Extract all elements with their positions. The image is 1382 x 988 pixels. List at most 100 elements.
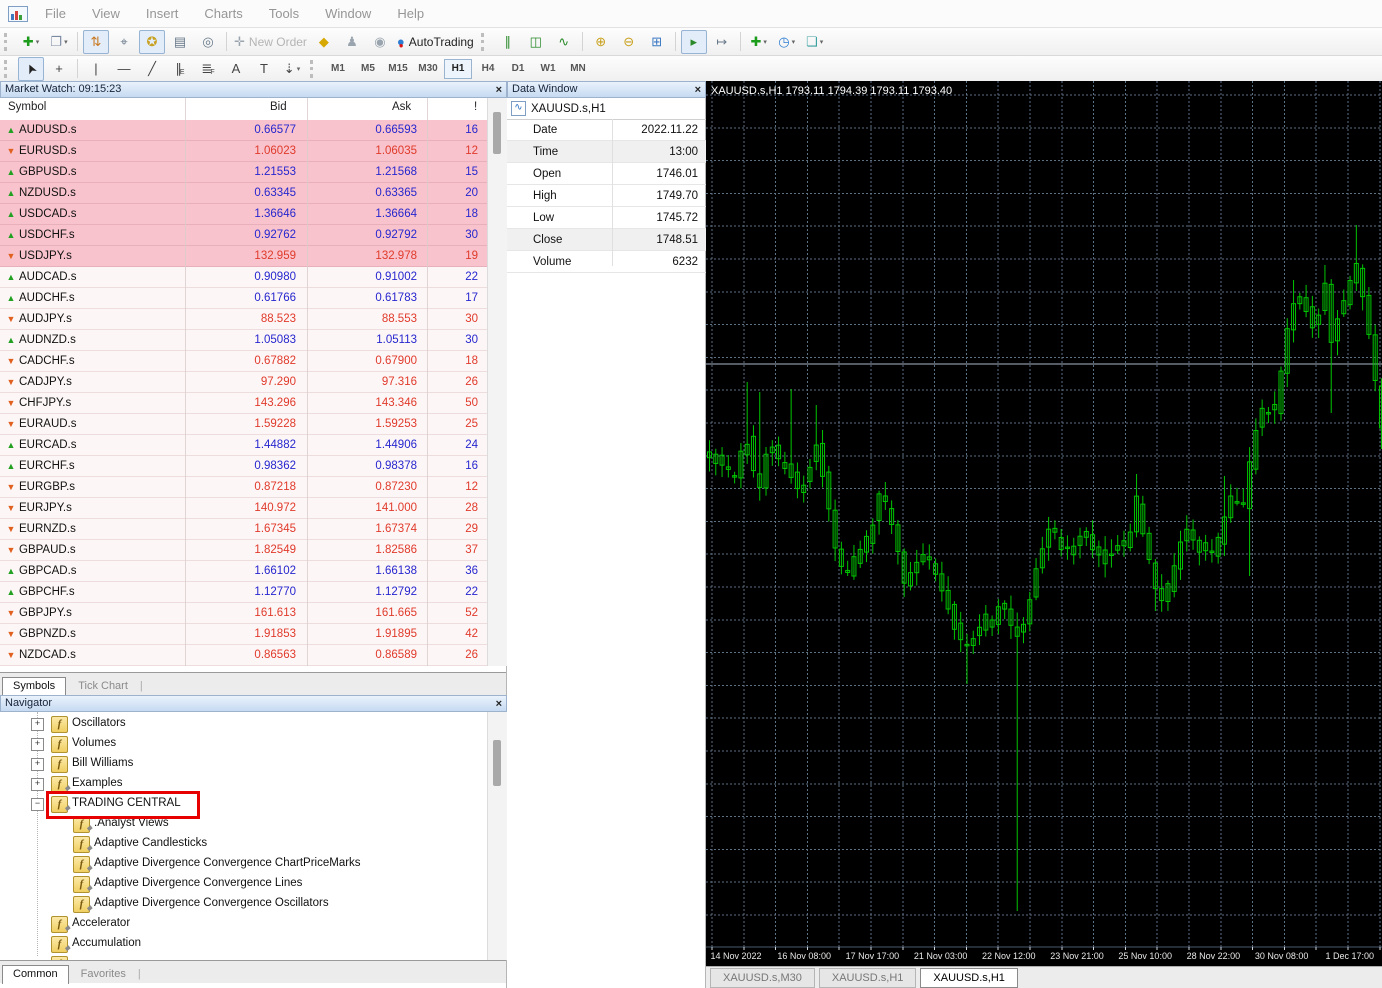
navigator-button[interactable]: ✪ [139,30,165,54]
chart-tab-xauusd-s-h1[interactable]: XAUUSD.s,H1 [920,968,1018,988]
market-watch-row[interactable]: ▲EURCAD.s1.448821.4490624 [0,435,487,456]
price-chart-canvas[interactable] [706,81,1382,966]
line-chart-button[interactable]: ∿ [551,30,577,54]
close-icon[interactable]: × [695,83,701,97]
terminal-button[interactable]: ▤ [167,30,193,54]
navigator-header[interactable]: Navigator × [0,695,507,712]
text-button[interactable]: A [223,57,249,81]
market-watch-row[interactable]: ▼EURJPY.s140.972141.00028 [0,498,487,519]
data-window-symbol-row[interactable]: ∿ XAUUSD.s,H1 [507,98,706,120]
market-watch-row[interactable]: ▲AUDCHF.s0.617660.6178317 [0,288,487,309]
chart-tab-xauusd-s-h1[interactable]: XAUUSD.s,H1 [819,968,917,988]
menu-item-tools[interactable]: Tools [256,0,312,27]
bar-chart-button[interactable]: ∥ [495,30,521,54]
market-watch-row[interactable]: ▲EURCHF.s0.983620.9837816 [0,456,487,477]
data-window-row[interactable]: Date2022.11.22 [507,119,706,141]
menu-item-file[interactable]: File [32,0,79,27]
market-watch-row[interactable]: ▲AUDNZD.s1.050831.0511330 [0,330,487,351]
data-window-row[interactable]: Low1745.72 [507,207,706,229]
scrollbar-thumb[interactable] [493,112,501,154]
navigator-item-accelerator[interactable]: f◆Accelerator [0,914,480,934]
timeframe-m5-button[interactable]: M5 [354,59,382,79]
zoom-out-button[interactable]: ⊖ [616,30,642,54]
menu-item-insert[interactable]: Insert [133,0,192,27]
timeframe-m1-button[interactable]: M1 [324,59,352,79]
crosshair-button[interactable]: + [46,57,72,81]
arrows-button[interactable]: ⇣▾ [279,57,305,81]
menu-item-window[interactable]: Window [312,0,384,27]
market-watch-row[interactable]: ▲USDCAD.s1.366461.3666418 [0,204,487,225]
navigator-tab-favorites[interactable]: Favorites [71,966,136,983]
indicators-button[interactable]: ✚▾ [746,30,772,54]
chevron-down-icon[interactable]: ▾ [64,38,68,46]
market-watch-row[interactable]: ▼GBPJPY.s161.613161.66552 [0,603,487,624]
market-watch-row[interactable]: ▲AUDCAD.s0.909800.9100222 [0,267,487,288]
periods-button[interactable]: ◷▾ [774,30,800,54]
timeframe-mn-button[interactable]: MN [564,59,592,79]
scrollbar-thumb[interactable] [493,740,501,786]
market-watch-button[interactable]: ⇅ [83,30,109,54]
navigator-tab-common[interactable]: Common [2,965,69,984]
toolbar-grip[interactable] [4,60,14,78]
expand-plus-box[interactable]: + [31,778,44,791]
expand-plus-box[interactable]: + [31,758,44,771]
chart-tab-xauusd-s-m30[interactable]: XAUUSD.s,M30 [710,968,815,988]
navigator-item-adaptive-divergence-convergence-lines[interactable]: f◆Adaptive Divergence Convergence Lines [0,874,480,894]
market-watch-row[interactable]: ▲GBPCAD.s1.661021.6613836 [0,561,487,582]
expand-plus-box[interactable]: + [31,718,44,731]
navigator-item-bill-williams[interactable]: +fBill Williams [0,754,480,774]
navigator-item-adaptive-divergence-convergence-chartpricemarks[interactable]: f◆Adaptive Divergence Convergence ChartP… [0,854,480,874]
market-watch-tab-symbols[interactable]: Symbols [2,677,66,696]
zoom-in-button[interactable]: ⊕ [588,30,614,54]
chart-shift-button[interactable]: ↦ [709,30,735,54]
new-chart-button[interactable]: ✚▾ [18,30,44,54]
chevron-down-icon[interactable]: ▾ [820,38,824,46]
market-watch-row[interactable]: ▼CHFJPY.s143.296143.34650 [0,393,487,414]
equidistant-channel-button[interactable]: ∥E [167,57,193,81]
navigator-item-oscillators[interactable]: +fOscillators [0,714,480,734]
tile-windows-button[interactable]: ⊞ [644,30,670,54]
templates-button[interactable]: ❏▾ [802,30,828,54]
market-watch-row[interactable]: ▼NZDCAD.s0.865630.8658926 [0,645,487,666]
collapse-minus-box[interactable]: − [31,798,44,811]
column-header-symbol[interactable]: Symbol [8,101,46,113]
fibonacci-retracement-button[interactable]: ≣F [195,57,221,81]
market-watch-row[interactable]: ▲NZDUSD.s0.633450.6336520 [0,183,487,204]
new-order-button[interactable]: ✛New Order [232,30,309,54]
menu-item-view[interactable]: View [79,0,133,27]
navigator-scrollbar[interactable] [487,712,507,960]
data-window-row[interactable]: Close1748.51 [507,229,706,251]
navigator-item-volumes[interactable]: +fVolumes [0,734,480,754]
market-watch-row[interactable]: ▼EURGBP.s0.872180.8723012 [0,477,487,498]
trendline-button[interactable]: ╱ [139,57,165,81]
text-label-button[interactable]: T [251,57,277,81]
close-icon[interactable]: × [496,697,502,711]
timeframe-w1-button[interactable]: W1 [534,59,562,79]
market-watch-row[interactable]: ▲GBPCHF.s1.127701.1279222 [0,582,487,603]
menu-item-charts[interactable]: Charts [191,0,255,27]
column-header-ask[interactable]: Ask [392,101,418,113]
market-watch-row[interactable]: ▼USDJPY.s132.959132.97819 [0,246,487,267]
expert-advisors-button[interactable]: ♟ [339,30,365,54]
candlestick-chart-button[interactable]: ◫ [523,30,549,54]
menu-item-help[interactable]: Help [384,0,437,27]
data-window-row[interactable]: Time13:00 [507,141,706,163]
timeframe-h4-button[interactable]: H4 [474,59,502,79]
market-watch-row[interactable]: ▼EURUSD.s1.060231.0603512 [0,141,487,162]
data-window-row[interactable]: High1749.70 [507,185,706,207]
market-watch-row[interactable]: ▲AUDUSD.s0.665770.6659316 [0,120,487,141]
data-window-row[interactable]: Volume6232 [507,251,706,273]
market-watch-row[interactable]: ▼EURAUD.s1.592281.5925325 [0,414,487,435]
signals-button[interactable]: ◉ [367,30,393,54]
price-chart[interactable]: XAUUSD.s,H1 1793.11 1794.39 1793.11 1793… [706,81,1382,966]
market-watch-row[interactable]: ▼CADCHF.s0.678820.6790018 [0,351,487,372]
market-watch-header[interactable]: Market Watch: 09:15:23 × [0,81,507,98]
autotrading-button[interactable]: ●●AutoTrading [395,30,476,54]
cursor-button[interactable]: ➤ [18,57,44,81]
navigator-item-adaptive-divergence-convergence-oscillators[interactable]: f◆Adaptive Divergence Convergence Oscill… [0,894,480,914]
vertical-line-button[interactable]: | [83,57,109,81]
timeframe-m15-button[interactable]: M15 [384,59,412,79]
navigator-item-accumulation[interactable]: f◆Accumulation [0,934,480,954]
profiles-button[interactable]: ❐▾ [46,30,72,54]
chevron-down-icon[interactable]: ▾ [763,38,767,46]
